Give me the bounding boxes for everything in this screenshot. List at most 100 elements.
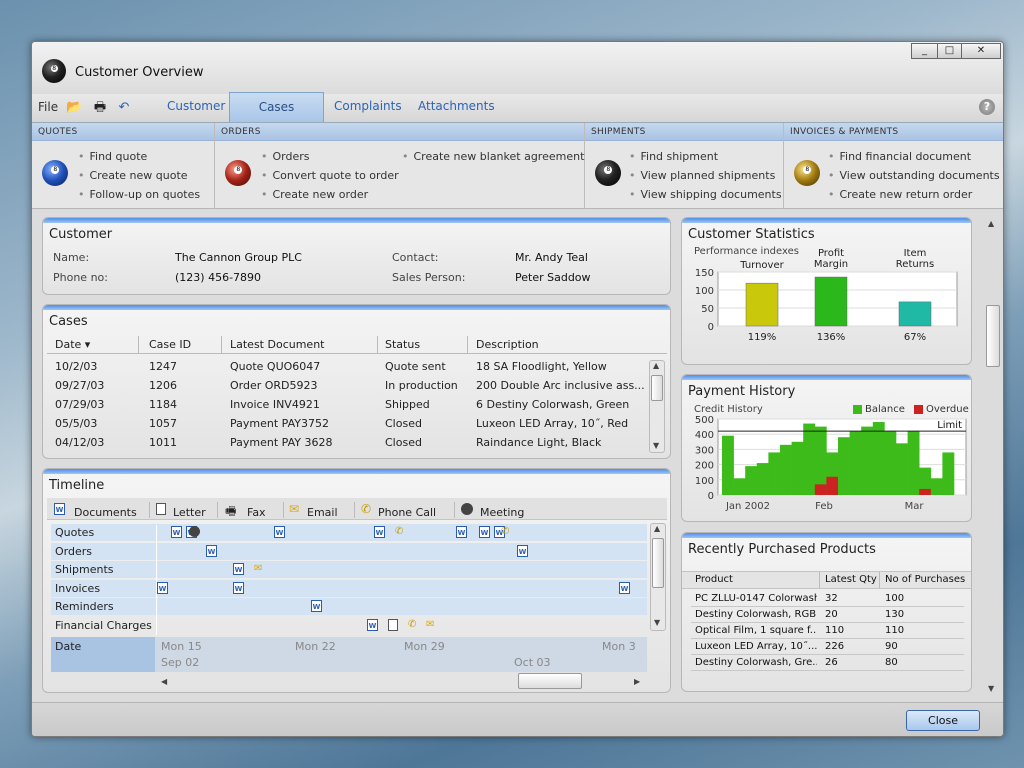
column-date[interactable]: Date ▾ <box>55 338 90 351</box>
create-blanket-agreement-link[interactable]: Create new blanket agreement <box>402 150 585 163</box>
page-scroll-down-arrow[interactable]: ▼ <box>988 684 994 693</box>
close-window-button[interactable]: ✕ <box>961 43 1001 59</box>
timeline-vertical-scrollbar[interactable]: ▲ ▼ <box>650 523 666 631</box>
maximize-button[interactable]: □ <box>937 43 962 59</box>
balance-bar[interactable] <box>872 422 885 495</box>
phone-call-event-icon[interactable]: ✆ <box>501 526 509 538</box>
scroll-thumb[interactable] <box>651 375 663 401</box>
view-planned-shipments-link[interactable]: View planned shipments <box>629 169 776 182</box>
phone-call-event-icon[interactable]: ✆ <box>395 526 403 538</box>
document-event-icon[interactable]: W <box>619 581 630 594</box>
balance-bar[interactable] <box>838 437 850 495</box>
tab-attachments[interactable]: Attachments <box>418 99 495 113</box>
legend-fax[interactable]: Fax <box>247 506 266 519</box>
balance-bar[interactable] <box>942 452 955 495</box>
scroll-thumb[interactable] <box>652 538 664 588</box>
document-event-icon[interactable]: W <box>374 526 385 538</box>
scroll-up-arrow[interactable]: ▲ <box>653 361 659 370</box>
legend-letter[interactable]: Letter <box>173 506 206 519</box>
balance-bar[interactable] <box>803 423 816 495</box>
create-new-order-link[interactable]: Create new order <box>261 188 369 201</box>
cases-scrollbar[interactable]: ▲ ▼ <box>649 360 665 453</box>
balance-bar[interactable] <box>861 426 874 495</box>
document-event-icon[interactable]: W <box>171 526 182 538</box>
case-latest-document: Quote QUO6047 <box>230 360 321 373</box>
email-event-icon[interactable]: ✉ <box>426 619 434 631</box>
balance-bar[interactable] <box>896 443 908 495</box>
document-event-icon[interactable]: W <box>233 563 244 576</box>
scroll-up-arrow[interactable]: ▲ <box>654 524 660 533</box>
document-event-icon[interactable]: W <box>479 526 490 538</box>
balance-bar[interactable] <box>756 463 769 495</box>
help-icon[interactable]: ? <box>979 99 995 115</box>
balance-bar[interactable] <box>745 466 758 495</box>
document-event-icon[interactable]: W <box>206 544 217 557</box>
undo-icon[interactable]: ↶ <box>116 100 132 116</box>
document-event-icon[interactable]: W <box>233 581 244 594</box>
scroll-right-arrow[interactable]: ▶ <box>634 677 640 686</box>
customer-overview-window: 8 Customer Overview _ □ ✕ File 📂 🖶 ↶ Cus… <box>31 41 1004 737</box>
column-product[interactable]: Product <box>695 574 733 585</box>
file-menu[interactable]: File <box>38 100 58 114</box>
phone-call-event-icon[interactable]: ✆ <box>408 619 416 631</box>
open-folder-icon[interactable]: 📂 <box>66 100 82 116</box>
column-no-of-purchases[interactable]: No of Purchases <box>885 574 965 585</box>
performance-bar[interactable] <box>898 301 932 327</box>
find-financial-document-link[interactable]: Find financial document <box>828 150 972 163</box>
document-event-icon[interactable]: W <box>157 581 168 594</box>
column-latest-qty[interactable]: Latest Qty <box>825 574 877 585</box>
balance-bar[interactable] <box>722 435 734 495</box>
letter-event-icon[interactable] <box>388 619 398 631</box>
close-button[interactable]: Close <box>906 710 980 731</box>
balance-bar[interactable] <box>733 478 746 495</box>
column-latest-document[interactable]: Latest Document <box>230 338 324 351</box>
title-bar: 8 Customer Overview _ □ ✕ <box>32 42 1003 94</box>
balance-bar[interactable] <box>791 441 804 495</box>
overdue-bar[interactable] <box>814 484 827 495</box>
scroll-down-arrow[interactable]: ▼ <box>654 618 660 627</box>
convert-quote-link[interactable]: Convert quote to order <box>261 169 399 182</box>
create-return-order-link[interactable]: Create new return order <box>828 188 973 201</box>
orders-link[interactable]: Orders <box>261 150 310 163</box>
overdue-bar[interactable] <box>826 476 839 495</box>
balance-bar[interactable] <box>907 431 920 495</box>
document-event-icon[interactable]: W <box>456 526 467 538</box>
tab-customer[interactable]: Customer <box>167 99 225 113</box>
legend-meeting[interactable]: Meeting <box>480 506 524 519</box>
find-quote-link[interactable]: Find quote <box>78 150 148 163</box>
tab-complaints[interactable]: Complaints <box>334 99 402 113</box>
performance-bar[interactable] <box>814 276 848 327</box>
email-event-icon[interactable]: ✉ <box>254 563 262 575</box>
balance-bar[interactable] <box>849 431 862 495</box>
view-outstanding-documents-link[interactable]: View outstanding documents <box>828 169 1000 182</box>
document-event-icon[interactable]: W <box>311 600 322 613</box>
page-scroll-thumb[interactable] <box>986 305 1000 367</box>
scroll-down-arrow[interactable]: ▼ <box>653 441 659 450</box>
document-event-icon[interactable]: W <box>274 526 285 538</box>
legend-documents[interactable]: Documents <box>74 506 137 519</box>
balance-bar[interactable] <box>780 444 792 495</box>
performance-bar[interactable] <box>745 282 779 327</box>
minimize-button[interactable]: _ <box>911 43 938 59</box>
find-shipment-link[interactable]: Find shipment <box>629 150 719 163</box>
legend-email[interactable]: Email <box>307 506 338 519</box>
column-status[interactable]: Status <box>385 338 420 351</box>
balance-bar[interactable] <box>884 431 897 495</box>
column-description[interactable]: Description <box>476 338 539 351</box>
overdue-bar[interactable] <box>919 488 932 495</box>
page-scroll-up-arrow[interactable]: ▲ <box>988 219 994 228</box>
horizontal-scroll-thumb[interactable] <box>518 673 582 689</box>
create-new-quote-link[interactable]: Create new quote <box>78 169 188 182</box>
legend-phone-call[interactable]: Phone Call <box>378 506 436 519</box>
print-icon[interactable]: 🖶 <box>92 100 108 116</box>
meeting-event-icon[interactable] <box>189 526 200 537</box>
balance-bar[interactable] <box>768 452 781 495</box>
balance-bar[interactable] <box>930 478 943 495</box>
follow-up-quotes-link[interactable]: Follow-up on quotes <box>78 188 201 201</box>
scroll-left-arrow[interactable]: ◀ <box>161 677 167 686</box>
column-case-id[interactable]: Case ID <box>149 338 191 351</box>
tab-cases[interactable]: Cases <box>229 92 324 122</box>
document-event-icon[interactable]: W <box>517 544 528 557</box>
view-shipping-documents-link[interactable]: View shipping documents <box>629 188 782 201</box>
document-event-icon[interactable]: W <box>367 619 378 631</box>
